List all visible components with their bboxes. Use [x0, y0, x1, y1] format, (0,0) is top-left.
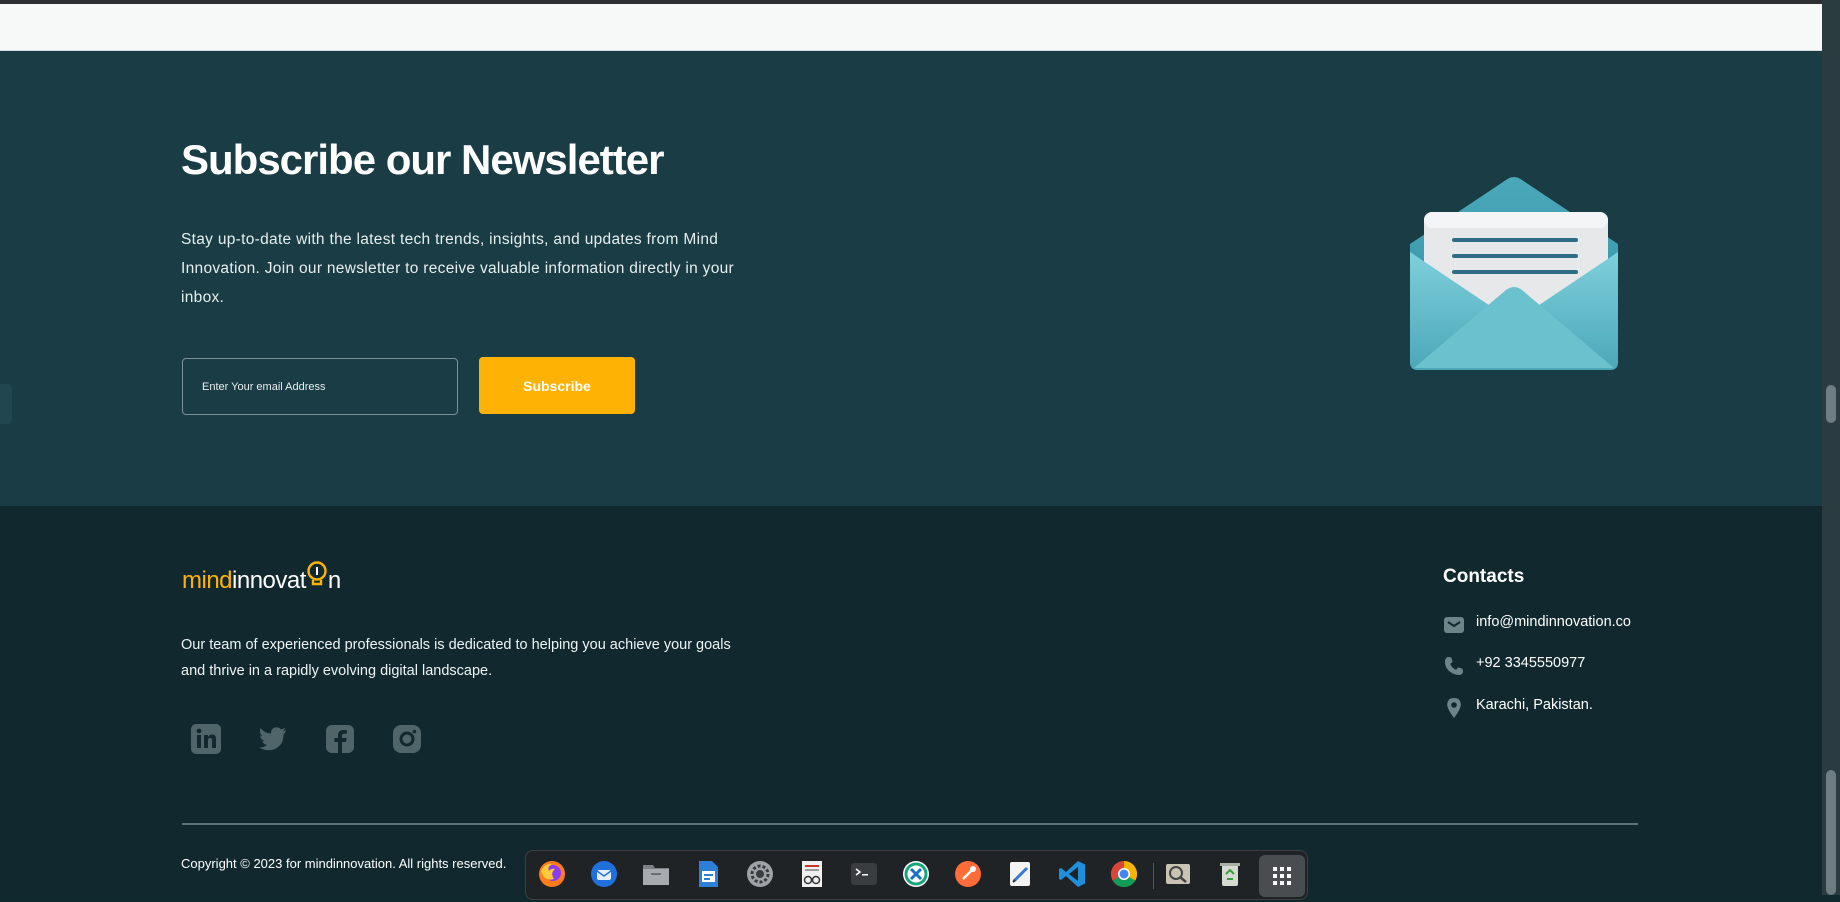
- mindinnovation-logo[interactable]: mindinnovat n: [182, 560, 341, 596]
- scrollbar-thumb[interactable]: [1826, 770, 1836, 895]
- email-icon: [1443, 614, 1465, 636]
- files-icon[interactable]: [641, 859, 671, 889]
- settings-icon[interactable]: [745, 859, 775, 889]
- contact-email[interactable]: info@mindinnovation.co: [1443, 612, 1643, 636]
- phone-icon: [1443, 655, 1465, 677]
- trash-icon[interactable]: [1215, 859, 1245, 889]
- remote-desktop-icon[interactable]: [901, 859, 931, 889]
- app-grid-icon[interactable]: [1259, 855, 1305, 897]
- document-viewer-icon[interactable]: [797, 859, 827, 889]
- newsletter-title: Subscribe our Newsletter: [181, 136, 664, 183]
- subscribe-button[interactable]: Subscribe: [479, 357, 635, 414]
- firefox-icon[interactable]: [537, 859, 567, 889]
- twitter-icon[interactable]: [257, 723, 289, 755]
- facebook-icon[interactable]: [324, 723, 356, 755]
- contacts-title: Contacts: [1443, 566, 1525, 587]
- footer-divider: [182, 823, 1638, 825]
- text-editor-icon[interactable]: [1005, 859, 1035, 889]
- vscode-icon[interactable]: [1057, 859, 1087, 889]
- image-viewer-icon[interactable]: [1163, 859, 1193, 889]
- thunderbird-icon[interactable]: [589, 859, 619, 889]
- contact-phone[interactable]: +92 3345550977: [1443, 653, 1643, 677]
- email-input[interactable]: [182, 358, 458, 415]
- footer-description: Our team of experienced professionals is…: [181, 637, 731, 679]
- location-pin-icon: [1443, 697, 1465, 719]
- writer-icon[interactable]: [693, 859, 723, 889]
- chrome-icon[interactable]: [1109, 859, 1139, 889]
- page-scrollbar[interactable]: [1822, 0, 1840, 895]
- terminal-icon[interactable]: [849, 859, 879, 889]
- envelope-icon: [1410, 177, 1618, 370]
- browser-top-bar: [0, 0, 1822, 51]
- instagram-icon[interactable]: [391, 723, 423, 755]
- copyright-text: Copyright © 2023 for mindinnovation. All…: [181, 856, 507, 871]
- scrollbar-thumb-upper[interactable]: [1826, 385, 1836, 423]
- dock-separator: [1153, 863, 1154, 889]
- postman-icon[interactable]: [953, 859, 983, 889]
- lightbulb-icon: [307, 561, 327, 586]
- linkedin-icon[interactable]: [190, 723, 222, 755]
- side-tab[interactable]: [0, 384, 12, 424]
- envelope-illustration: [1404, 172, 1624, 378]
- newsletter-description: Stay up-to-date with the latest tech tre…: [181, 231, 734, 306]
- contact-location: Karachi, Pakistan.: [1443, 695, 1643, 719]
- taskbar-dock: [525, 850, 1308, 900]
